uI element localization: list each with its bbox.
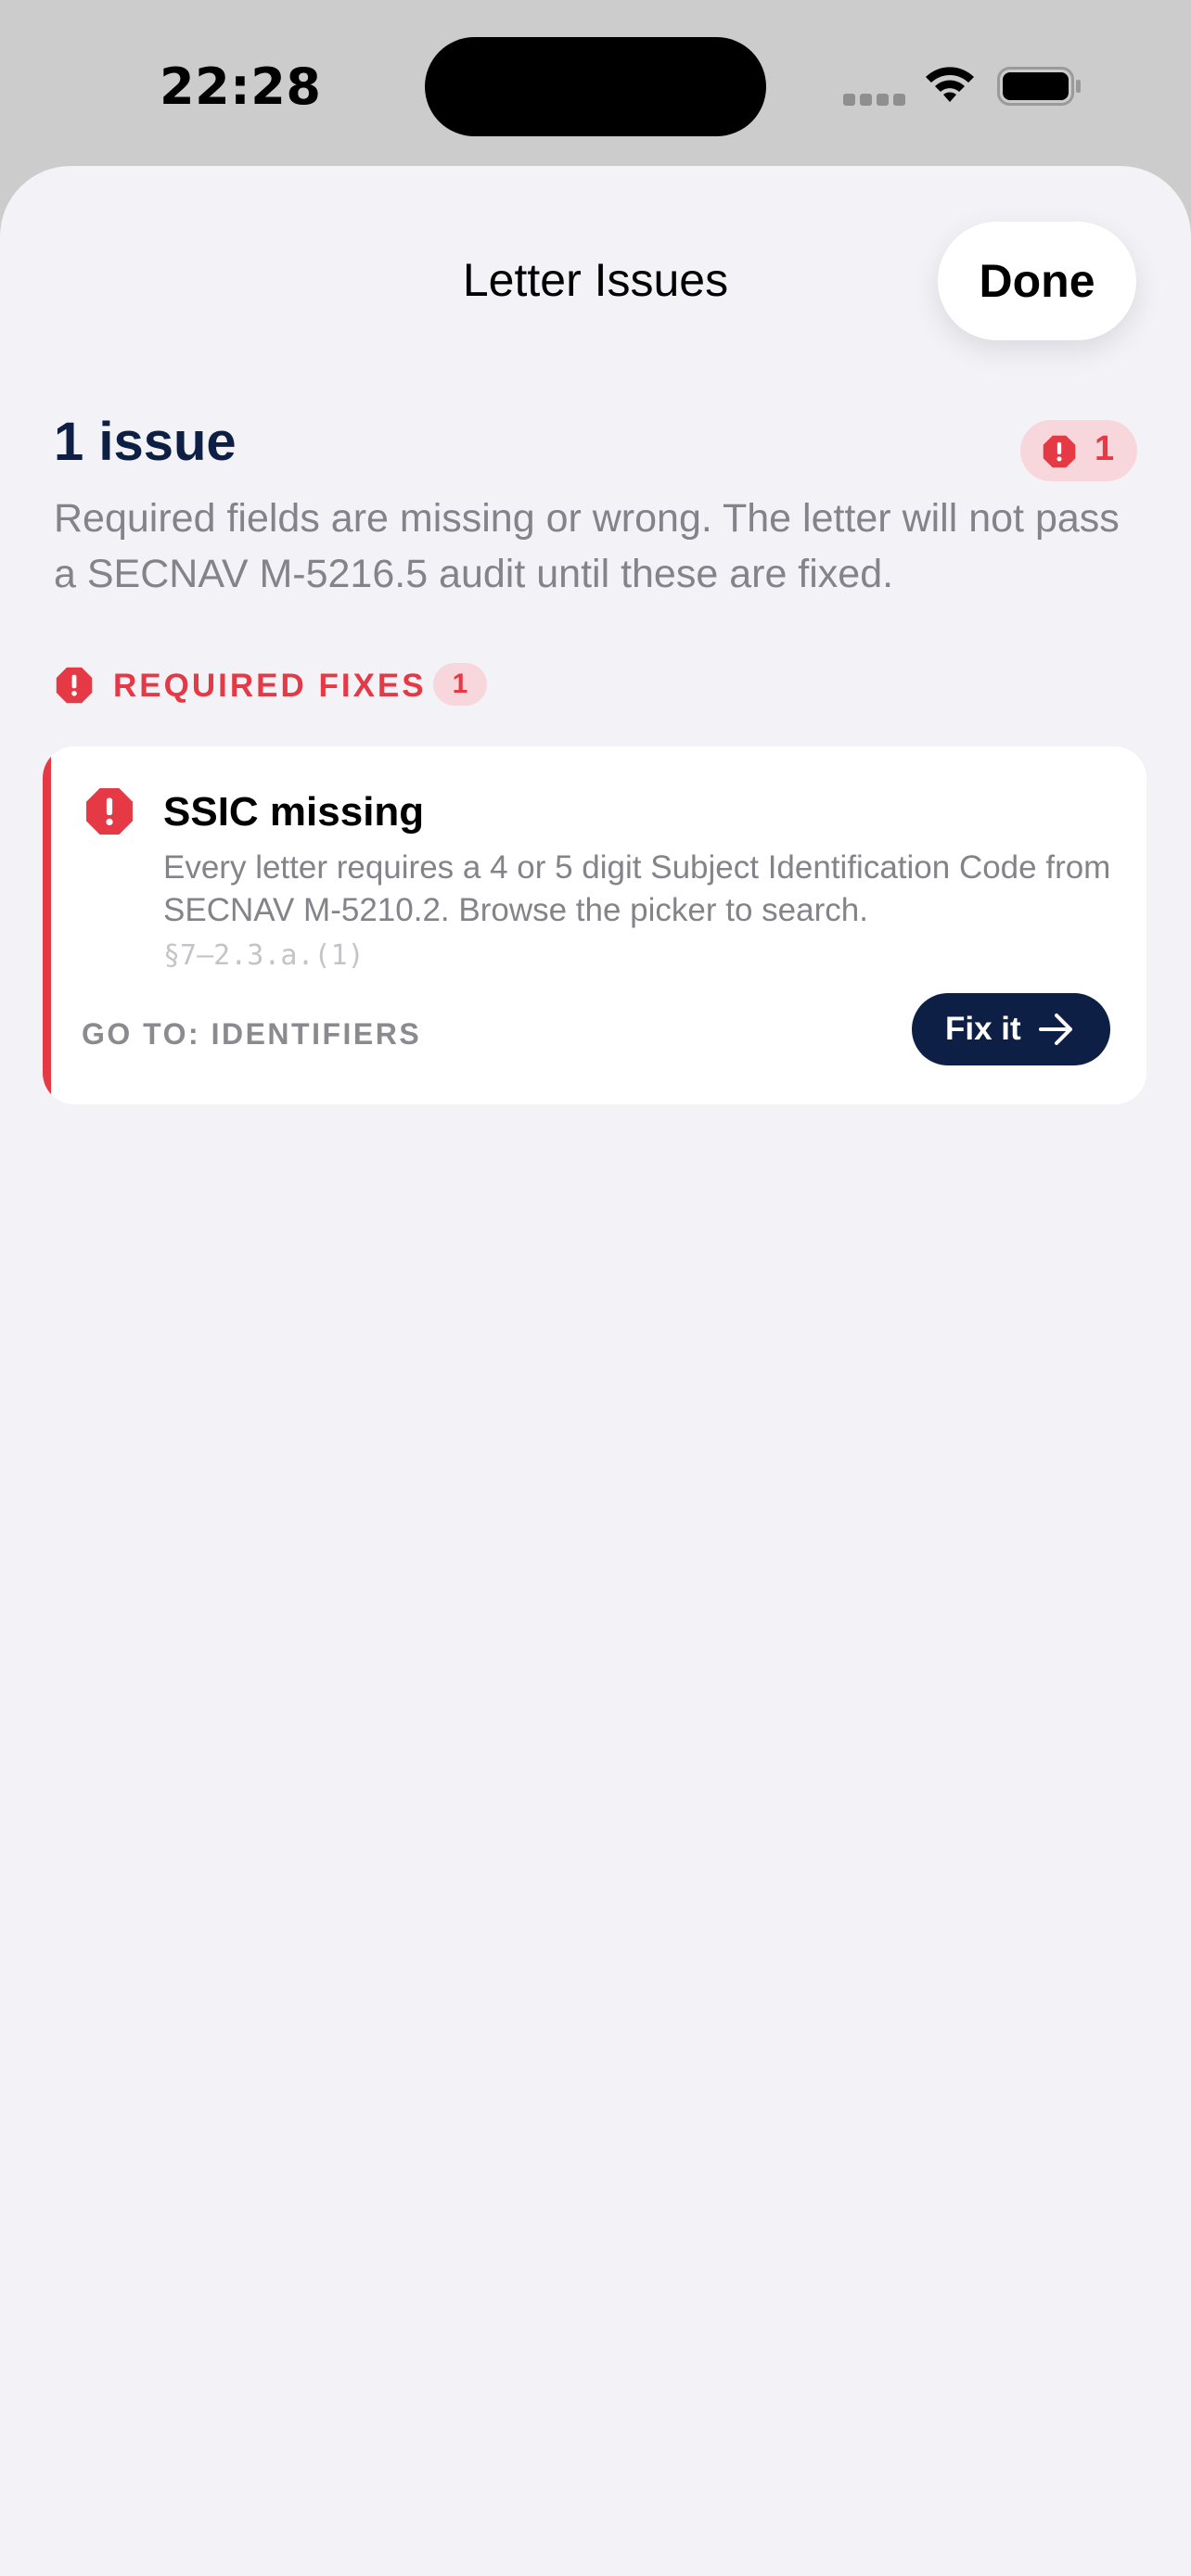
dynamic-island xyxy=(425,37,766,136)
section-label: REQUIRED FIXES xyxy=(113,668,427,704)
exclamation-octagon-icon xyxy=(1043,435,1076,468)
summary-description: Required fields are missing or wrong. Th… xyxy=(54,496,1120,596)
battery-icon xyxy=(997,67,1081,106)
wifi-icon xyxy=(926,67,974,102)
cellular-signal-icon xyxy=(843,94,906,107)
issue-card: SSIC missing Every letter requires a 4 o… xyxy=(43,746,1146,1104)
issues-sheet: Letter Issues Done 1 issue 1 Required fi… xyxy=(0,166,1191,2576)
issue-reference: §7–2.3.a.(1) xyxy=(163,939,365,972)
fix-it-label: Fix it xyxy=(945,1011,1021,1047)
issue-title: SSIC missing xyxy=(163,789,425,835)
status-bar: 22:28 xyxy=(0,0,1191,167)
fix-it-button[interactable]: Fix it xyxy=(912,993,1110,1065)
issue-count-heading: 1 issue xyxy=(54,412,237,472)
issue-description: Every letter requires a 4 or 5 digit Sub… xyxy=(163,849,1111,928)
arrow-right-icon xyxy=(1039,1014,1072,1045)
issue-severity-bar xyxy=(43,746,51,1104)
status-time: 22:28 xyxy=(160,57,322,116)
exclamation-octagon-icon xyxy=(56,667,93,704)
exclamation-octagon-icon xyxy=(86,788,133,835)
section-count-badge: 1 xyxy=(433,663,487,706)
issue-count-badge-value: 1 xyxy=(1095,429,1115,468)
issue-count-badge: 1 xyxy=(1020,420,1137,481)
goto-identifiers-link[interactable]: GO TO: IDENTIFIERS xyxy=(82,1017,421,1052)
done-button[interactable]: Done xyxy=(938,222,1136,340)
section-header-required-fixes: REQUIRED FIXES 1 xyxy=(56,657,705,713)
